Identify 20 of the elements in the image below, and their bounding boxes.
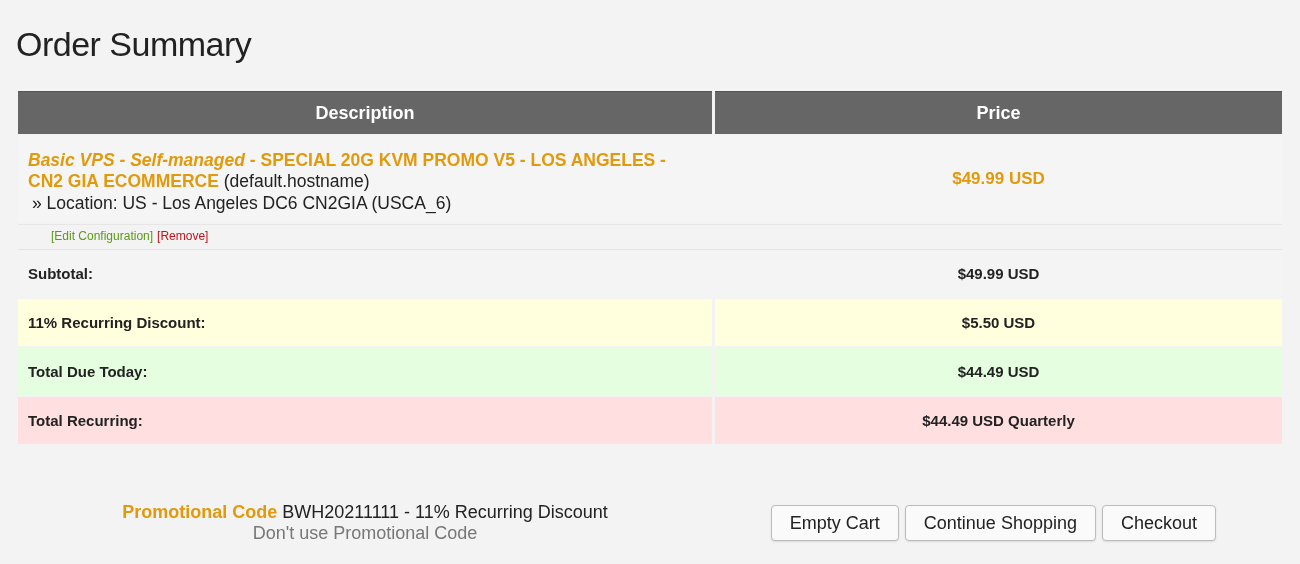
cart-button[interactable]: Continue Shopping	[904, 505, 1096, 541]
summary-label: Subtotal:	[28, 265, 94, 282]
remove-promo-link[interactable]: Don't use Promotional Code	[252, 523, 478, 544]
summary-label: Total Recurring:	[28, 412, 144, 429]
column-header: Price	[715, 91, 1282, 134]
summary-value: $44.49 USD	[957, 363, 1040, 380]
promo-code-text: Promotional Code BWH20211111 - 11% Recurring Discount	[122, 502, 608, 523]
product-option: » Location: US - Los Angeles DC6 CN2GIA (USCA_6)	[32, 193, 702, 214]
summary-label: 11% Recurring Discount:	[28, 314, 207, 331]
item-price: $49.99 USD	[952, 169, 1045, 189]
summary-label: Total Due Today:	[28, 363, 149, 380]
cart-button[interactable]: Checkout	[1101, 505, 1216, 541]
remove-link[interactable]: [Remove]	[157, 229, 209, 243]
summary-value: $5.50 USD	[961, 314, 1036, 331]
product-description: Basic VPS - Self-managed - SPECIAL 20G KVM PROMO V5 - LOS ANGELES - CN2 GIA ECOMMERCE (default.hostname)	[28, 150, 667, 192]
page-title: Order Summary	[15, 24, 253, 64]
cart-button[interactable]: Empty Cart	[770, 505, 899, 541]
summary-value: $49.99 USD	[957, 265, 1040, 282]
column-header: Description	[18, 91, 712, 134]
summary-value: $44.49 USD Quarterly	[922, 412, 1075, 429]
